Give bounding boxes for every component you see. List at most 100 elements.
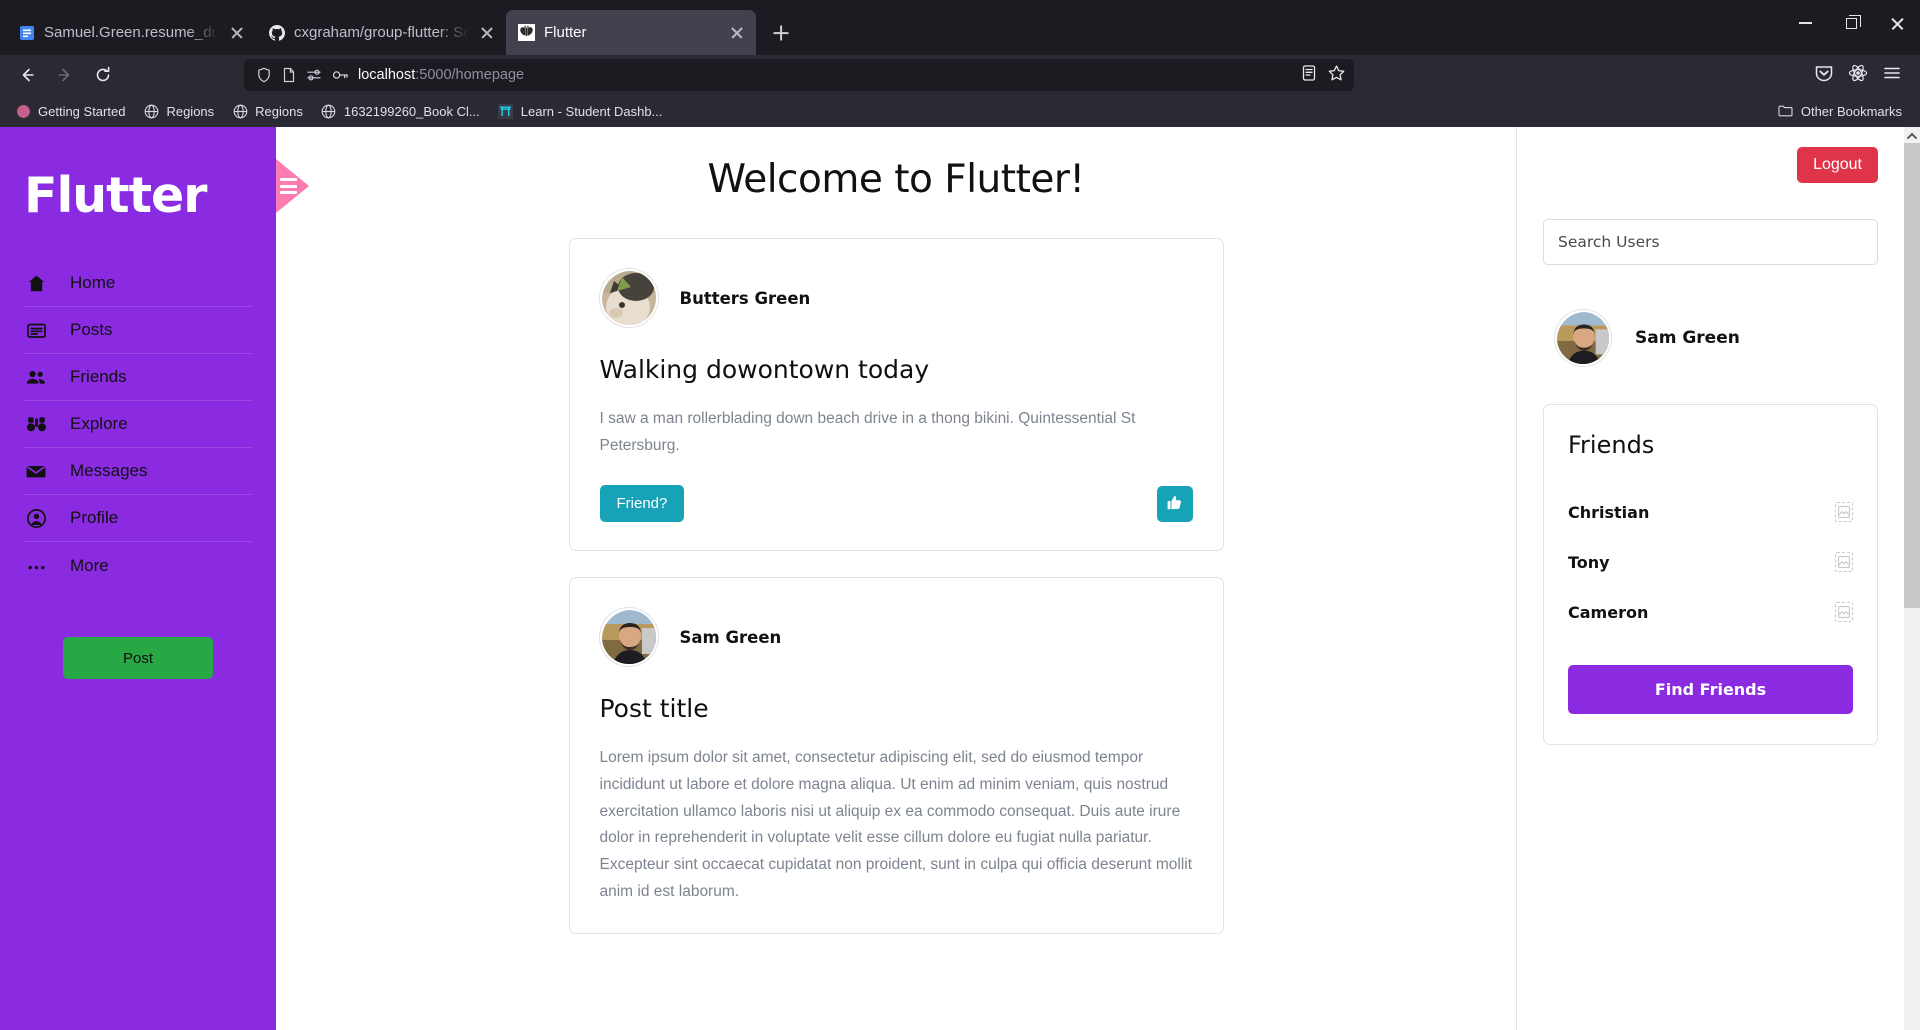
maximize-button[interactable] [1828, 0, 1874, 46]
post-author: Sam Green [679, 627, 782, 647]
bookmark-star-button[interactable] [1327, 64, 1346, 87]
forward-arrow-icon [58, 68, 70, 82]
reload-button[interactable] [86, 59, 120, 91]
bookmark-book-club[interactable]: 1632199260_Book Cl... [314, 100, 487, 122]
new-tab-button[interactable] [764, 16, 798, 50]
tab-title: cxgraham/group-flutter: Social [294, 24, 469, 41]
app-sidebar: Flutter Home Posts Friends Explore Messa… [0, 127, 309, 1030]
address-bar[interactable]: localhost:5000/homepage [244, 59, 1354, 91]
browser-tab-2[interactable]: cxgraham/group-flutter: Social [256, 10, 506, 55]
bookmark-label: Getting Started [38, 103, 126, 119]
toolbar-right [1814, 63, 1910, 88]
back-button[interactable] [10, 59, 44, 91]
reload-icon [96, 66, 110, 82]
sidebar-item-explore[interactable]: Explore [24, 401, 252, 448]
shield-icon [258, 67, 270, 83]
close-icon[interactable] [228, 24, 246, 42]
close-window-button[interactable] [1874, 0, 1920, 46]
sidebar-item-label: Friends [70, 367, 127, 386]
list-item[interactable]: Tony [1568, 537, 1853, 587]
url-host: localhost [358, 67, 416, 83]
avatar [1555, 310, 1611, 366]
pocket-icon [1815, 65, 1833, 81]
current-user-row[interactable]: Sam Green [1543, 310, 1878, 366]
page-title: Welcome to Flutter! [707, 157, 1085, 202]
forward-button[interactable] [48, 59, 82, 91]
main-feed: Welcome to Flutter! Butters Green Walkin… [276, 127, 1516, 1030]
chevron-up-icon [1907, 132, 1917, 139]
minimize-button[interactable] [1782, 0, 1828, 46]
page-scrollbar[interactable] [1904, 127, 1920, 1030]
sidebar-item-posts[interactable]: Posts [24, 307, 252, 354]
thumbs-up-icon [1166, 494, 1183, 514]
sidebar-item-friends[interactable]: Friends [24, 354, 252, 401]
bookmark-learn-dashboard[interactable]: Learn - Student Dashb... [491, 100, 670, 122]
close-icon [1890, 16, 1905, 31]
friend-name: Tony [1568, 552, 1610, 572]
avatar [599, 608, 658, 667]
broken-image-icon [1835, 602, 1853, 622]
post-title: Post title [599, 694, 709, 724]
close-icon[interactable] [478, 24, 496, 42]
friends-icon [24, 367, 48, 388]
window-controls [1782, 0, 1920, 46]
tab-title: Samuel.Green.resume_duy edits [44, 24, 219, 41]
app-menu-button[interactable] [1882, 63, 1902, 88]
browser-tab-3-active[interactable]: Flutter [506, 10, 756, 55]
url-path: :5000/homepage [415, 67, 525, 83]
close-icon[interactable] [728, 24, 746, 42]
scrollbar-track[interactable] [1904, 608, 1920, 1030]
sidebar-item-messages[interactable]: Messages [24, 448, 252, 495]
sidebar-item-label: Profile [70, 508, 119, 527]
search-users-input[interactable] [1543, 219, 1878, 265]
logout-row: Logout [1543, 147, 1878, 183]
post-actions: Friend? [599, 485, 1193, 523]
bookmark-getting-started[interactable]: Getting Started [8, 100, 132, 122]
bookmark-star-icon [1328, 64, 1345, 80]
sidebar-item-home[interactable]: Home [24, 260, 252, 307]
sidebar-item-profile[interactable]: Profile [24, 495, 252, 542]
minimize-icon [1798, 22, 1812, 24]
like-button[interactable] [1156, 485, 1193, 522]
post-card: Sam Green Post title Lorem ipsum dolor s… [568, 577, 1224, 935]
sidebar-item-label: Explore [70, 414, 128, 433]
bookmark-regions-2[interactable]: Regions [225, 100, 310, 122]
friend-request-button[interactable]: Friend? [599, 485, 685, 523]
github-icon [268, 24, 285, 41]
right-panel: Logout Sam Green Friends Christian [1516, 127, 1904, 1030]
list-item[interactable]: Cameron [1568, 587, 1853, 637]
other-bookmarks-button[interactable]: Other Bookmarks [1771, 100, 1912, 122]
bookmark-label: Regions [166, 103, 215, 119]
broken-image-icon [1835, 502, 1853, 522]
butterfly-icon [518, 24, 535, 41]
post-header: Butters Green [599, 269, 1193, 327]
extension-icon [1848, 64, 1868, 81]
page-icon [283, 67, 295, 83]
post-button[interactable]: Post [63, 637, 213, 679]
post-card: Butters Green Walking dowontown today I … [568, 238, 1224, 552]
bookmark-regions-1[interactable]: Regions [136, 100, 221, 122]
scroll-up-button[interactable] [1904, 127, 1920, 143]
extension-button[interactable] [1848, 63, 1868, 88]
globe-icon [321, 103, 337, 119]
sidebar-item-more[interactable]: More [24, 542, 252, 589]
scrollbar-thumb[interactable] [1904, 143, 1920, 608]
sidebar-nav: Home Posts Friends Explore Messages Prof… [0, 260, 276, 589]
post-author: Butters Green [679, 288, 811, 308]
envelope-icon [24, 461, 48, 482]
bookmark-label: 1632199260_Book Cl... [343, 103, 480, 119]
browser-navbar: localhost:5000/homepage [0, 55, 1920, 95]
find-friends-button[interactable]: Find Friends [1568, 665, 1853, 714]
sidebar-item-label: More [70, 555, 109, 575]
reader-mode-button[interactable] [1300, 64, 1318, 86]
sidebar-toggle-button[interactable] [276, 159, 309, 213]
logout-button[interactable]: Logout [1797, 147, 1878, 183]
firefox-icon [15, 103, 31, 119]
friends-card: Friends Christian Tony Cameron Find Frie… [1543, 404, 1878, 745]
tab-strip: Samuel.Green.resume_duy edits cxgraham/g… [6, 0, 798, 55]
sidebar-item-label: Messages [70, 461, 148, 480]
list-item[interactable]: Christian [1568, 487, 1853, 537]
pocket-button[interactable] [1814, 63, 1834, 88]
browser-tab-1[interactable]: Samuel.Green.resume_duy edits [6, 10, 256, 55]
browser-titlebar: Samuel.Green.resume_duy edits cxgraham/g… [0, 0, 1920, 55]
